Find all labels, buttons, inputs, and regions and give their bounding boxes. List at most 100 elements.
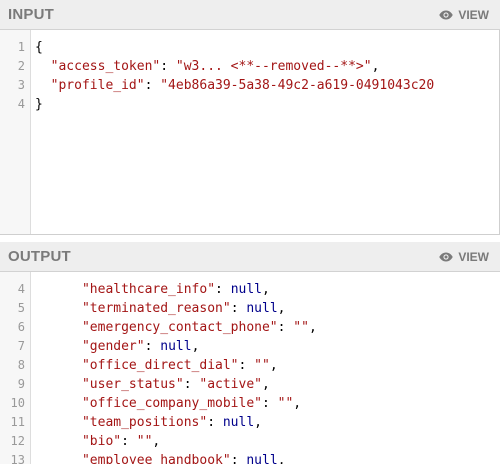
json-value: "4eb86a39-5a38-49c2-a619-0491043c20 bbox=[160, 78, 435, 93]
line-number: 11 bbox=[10, 415, 25, 429]
input-panel: INPUT VIEW 1 2 3 4 { "access_token": "w3...… bbox=[0, 0, 500, 236]
comma: , bbox=[293, 396, 302, 411]
eye-icon bbox=[439, 252, 454, 262]
input-view-button[interactable]: VIEW bbox=[439, 8, 489, 22]
output-view-button[interactable]: VIEW bbox=[439, 250, 489, 264]
line-number: 3 bbox=[17, 78, 25, 92]
input-code[interactable]: { "access_token": "w3... <**--removed--*… bbox=[31, 30, 499, 234]
json-key: "gender" bbox=[81, 339, 145, 354]
json-value: "w3... <**--removed--**>" bbox=[175, 59, 372, 74]
line-number: 5 bbox=[17, 301, 25, 315]
input-line-numbers: 1 2 3 4 bbox=[0, 30, 31, 234]
code-line: "terminated_reason": null, bbox=[31, 299, 500, 318]
line-number: 9 bbox=[17, 377, 25, 391]
json-value: null bbox=[246, 301, 278, 316]
line-number: 13 bbox=[10, 453, 25, 465]
code-line: "access_token": "w3... <**--removed--**>… bbox=[31, 57, 499, 76]
code-line: "profile_id": "4eb86a39-5a38-49c2-a619-0… bbox=[31, 76, 499, 95]
colon: : bbox=[230, 301, 247, 316]
code-line: { bbox=[31, 38, 499, 57]
colon: : bbox=[238, 358, 255, 373]
output-line-numbers: 4 5 6 7 8 9 10 11 12 13 bbox=[0, 272, 31, 465]
brace: } bbox=[35, 97, 43, 112]
json-key: "office_direct_dial" bbox=[81, 358, 239, 373]
comma: , bbox=[254, 415, 262, 430]
code-line: "employee_handbook": null, bbox=[31, 451, 500, 464]
output-view-label: VIEW bbox=[458, 249, 489, 264]
colon: : bbox=[160, 59, 176, 74]
line-number: 4 bbox=[17, 97, 25, 111]
output-editor[interactable]: 4 5 6 7 8 9 10 11 12 13 "healthcare_info": null, … bbox=[0, 272, 500, 465]
json-key: "emergency_contact_phone" bbox=[81, 320, 278, 335]
eye-icon bbox=[439, 10, 454, 20]
colon: : bbox=[144, 78, 161, 93]
code-line: "user_status": "active", bbox=[31, 375, 500, 394]
json-value: null bbox=[246, 453, 278, 464]
output-header: OUTPUT VIEW bbox=[0, 242, 500, 272]
line-number: 4 bbox=[17, 282, 25, 296]
code-line: "healthcare_info": null, bbox=[31, 280, 500, 299]
line-number: 12 bbox=[10, 434, 25, 448]
colon: : bbox=[183, 377, 200, 392]
code-line: "gender": null, bbox=[31, 337, 500, 356]
comma: , bbox=[371, 59, 380, 74]
json-key: "access_token" bbox=[50, 59, 161, 74]
comma: , bbox=[308, 320, 317, 335]
json-key: "team_positions" bbox=[81, 415, 208, 430]
code-line: "team_positions": null, bbox=[31, 413, 500, 432]
output-code[interactable]: "healthcare_info": null, "terminated_rea… bbox=[31, 272, 500, 464]
comma: , bbox=[191, 339, 200, 354]
colon: : bbox=[144, 339, 161, 354]
json-key: "office_company_mobile" bbox=[81, 396, 262, 411]
input-title: INPUT bbox=[8, 6, 54, 23]
code-line: "bio": "", bbox=[31, 432, 500, 451]
line-number: 10 bbox=[10, 396, 25, 410]
json-value: null bbox=[222, 415, 255, 430]
code-line: } bbox=[31, 95, 499, 114]
comma: , bbox=[152, 434, 161, 449]
comma: , bbox=[277, 301, 286, 316]
comma: , bbox=[262, 282, 270, 297]
output-panel: OUTPUT VIEW 4 5 6 7 8 9 10 11 12 13 "healthcare_i… bbox=[0, 242, 500, 465]
colon: : bbox=[277, 320, 294, 335]
comma: , bbox=[277, 453, 286, 464]
colon: : bbox=[121, 434, 137, 449]
json-key: "bio" bbox=[81, 434, 122, 449]
colon: : bbox=[215, 282, 231, 297]
json-key: "employee_handbook" bbox=[81, 453, 231, 464]
code-line: "office_company_mobile": "", bbox=[31, 394, 500, 413]
line-number: 1 bbox=[17, 40, 25, 54]
input-view-label: VIEW bbox=[458, 7, 489, 22]
input-editor[interactable]: 1 2 3 4 { "access_token": "w3... <**--remov… bbox=[0, 30, 500, 235]
colon: : bbox=[230, 453, 247, 464]
comma: , bbox=[269, 358, 278, 373]
json-key: "healthcare_info" bbox=[81, 282, 216, 297]
json-value: "" bbox=[277, 396, 294, 411]
json-value: "active" bbox=[199, 377, 262, 392]
json-value: "" bbox=[254, 358, 270, 373]
json-value: "" bbox=[136, 434, 153, 449]
output-title: OUTPUT bbox=[8, 248, 71, 265]
json-key: "profile_id" bbox=[50, 78, 145, 93]
json-key: "user_status" bbox=[81, 377, 184, 392]
brace: { bbox=[35, 40, 43, 55]
colon: : bbox=[261, 396, 278, 411]
json-key: "terminated_reason" bbox=[81, 301, 231, 316]
line-number: 2 bbox=[17, 59, 25, 73]
line-number: 7 bbox=[17, 339, 25, 353]
json-value: null bbox=[230, 282, 262, 297]
comma: , bbox=[262, 377, 270, 392]
line-number: 6 bbox=[17, 320, 25, 334]
code-line: "office_direct_dial": "", bbox=[31, 356, 500, 375]
